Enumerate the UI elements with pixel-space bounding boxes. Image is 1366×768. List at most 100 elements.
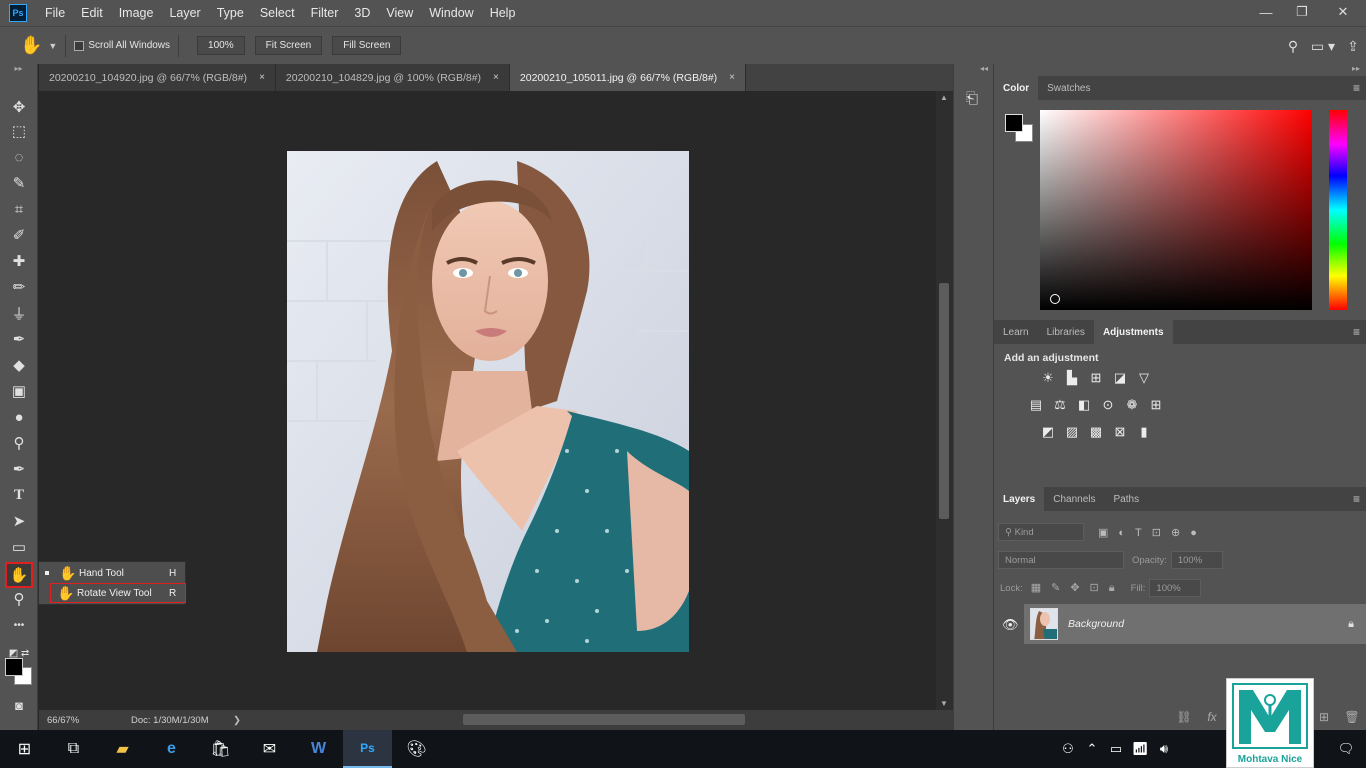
menu-layer[interactable]: Layer	[161, 0, 208, 26]
menu-select[interactable]: Select	[252, 0, 303, 26]
visibility-eye-icon[interactable]: 👁︎	[1002, 617, 1019, 633]
levels-icon[interactable]: ▙	[1060, 368, 1084, 388]
gradient-map-icon[interactable]: ▮	[1132, 422, 1156, 442]
hue-slider[interactable]	[1329, 110, 1347, 310]
quick-select-tool-icon[interactable]: ✎	[7, 172, 31, 194]
menu-type[interactable]: Type	[209, 0, 252, 26]
tab-adjustments[interactable]: Adjustments	[1093, 320, 1173, 344]
scroll-down-icon[interactable]: ▼	[940, 699, 948, 708]
exposure-icon[interactable]: ◪	[1108, 368, 1132, 388]
collapse-panels-icon[interactable]: ▸▸	[1352, 64, 1360, 73]
menu-3d[interactable]: 3D	[346, 0, 378, 26]
blend-mode-select[interactable]: Normal	[998, 551, 1124, 569]
close-icon[interactable]: ✕	[1320, 0, 1366, 24]
eyedropper-tool-icon[interactable]: ✐	[7, 224, 31, 246]
panel-grip[interactable]: ▸▸	[0, 64, 37, 74]
panel-menu-icon[interactable]: ≡	[1353, 81, 1360, 95]
selective-color-icon[interactable]: ⊠	[1108, 422, 1132, 442]
layer-filter-icons[interactable]: ▣◐T⊡⊕●	[1098, 526, 1207, 539]
pen-tool-icon[interactable]: ✒	[7, 458, 31, 480]
curves-icon[interactable]: ⊞	[1084, 368, 1108, 388]
clone-stamp-tool-icon[interactable]: ⏚	[7, 302, 31, 324]
fx-icon[interactable]: fx	[1198, 710, 1226, 724]
zoom-tool-icon[interactable]: ⚲	[7, 588, 31, 610]
close-icon[interactable]: ×	[729, 72, 735, 83]
opacity-field[interactable]: 100%	[1170, 551, 1223, 569]
word-icon[interactable]: W	[294, 730, 343, 768]
battery-icon[interactable]: ▭	[1104, 741, 1128, 757]
workspace-icon[interactable]: ▭ ▾	[1306, 38, 1340, 55]
black-white-icon[interactable]: ◧	[1072, 395, 1096, 415]
windows-start-icon[interactable]: ⊞	[0, 730, 49, 768]
gradient-tool-icon[interactable]: ▣	[7, 380, 31, 402]
horizontal-scroll-thumb[interactable]	[463, 714, 745, 725]
lock-icons[interactable]: ▦✎✥⊡🔒︎	[1031, 581, 1125, 595]
vertical-scrollbar[interactable]: ▲ ▼	[936, 91, 953, 710]
menu-filter[interactable]: Filter	[303, 0, 347, 26]
status-menu-icon[interactable]: ❯	[233, 715, 249, 726]
minimize-icon[interactable]: —	[1248, 0, 1284, 24]
flyout-item-hand-tool[interactable]: ✋ Hand Tool H	[39, 563, 185, 583]
more-tools-icon[interactable]: •••	[7, 614, 31, 636]
fill-field[interactable]: 100%	[1149, 579, 1202, 597]
color-lookup-icon[interactable]: ⊞	[1144, 395, 1168, 415]
file-explorer-icon[interactable]: ▰	[98, 730, 147, 768]
menu-edit[interactable]: Edit	[73, 0, 111, 26]
brightness-contrast-icon[interactable]: ☀	[1036, 368, 1060, 388]
chevron-up-icon[interactable]: ⌃	[1080, 741, 1104, 757]
hand-tool-preset-icon[interactable]: ✋	[20, 35, 42, 56]
fill-screen-button[interactable]: Fill Screen	[332, 36, 402, 55]
eraser-tool-icon[interactable]: ◆	[7, 354, 31, 376]
document-tab[interactable]: 20200210_104829.jpg @ 100% (RGB/8#) ×	[275, 64, 510, 91]
channel-mixer-icon[interactable]: ❁	[1120, 395, 1144, 415]
menu-help[interactable]: Help	[482, 0, 524, 26]
restore-icon[interactable]: ❐	[1284, 0, 1320, 24]
task-view-icon[interactable]: ⧉	[49, 730, 98, 768]
status-zoom[interactable]: 66/67%	[39, 715, 83, 726]
notifications-icon[interactable]: 🗨︎	[1326, 741, 1366, 757]
link-layers-icon[interactable]: ⛓	[1170, 710, 1198, 724]
flyout-item-rotate-view-tool[interactable]: ✋ Rotate View Tool R	[50, 583, 186, 603]
horizontal-scrollbar[interactable]	[299, 714, 939, 726]
quick-mask-icon[interactable]: ◙	[7, 694, 31, 716]
marquee-tool-icon[interactable]: ⬚	[7, 120, 31, 142]
path-selection-tool-icon[interactable]: ➤	[7, 510, 31, 532]
lasso-tool-icon[interactable]: ◌	[7, 146, 31, 168]
edge-browser-icon[interactable]: e	[147, 730, 196, 768]
zoom-100-button[interactable]: 100%	[197, 36, 245, 55]
type-tool-icon[interactable]: T	[7, 484, 31, 506]
delete-layer-icon[interactable]: 🗑︎	[1338, 710, 1366, 724]
color-picker-cursor[interactable]	[1050, 294, 1060, 304]
tab-learn[interactable]: Learn	[994, 320, 1038, 344]
collapse-icon[interactable]: ◂◂	[980, 64, 988, 73]
document-tab[interactable]: 20200210_105011.jpg @ 66/7% (RGB/8#) ×	[509, 64, 747, 91]
tab-layers[interactable]: Layers	[994, 487, 1045, 511]
volume-icon[interactable]: 🔊︎	[1152, 741, 1176, 757]
history-brush-tool-icon[interactable]: ✒	[7, 328, 31, 350]
new-layer-icon[interactable]: ⊞	[1310, 710, 1338, 724]
blur-tool-icon[interactable]: ●	[7, 406, 31, 428]
rectangle-tool-icon[interactable]: ▭	[7, 536, 31, 558]
scroll-up-icon[interactable]: ▲	[940, 93, 948, 102]
tab-channels[interactable]: Channels	[1044, 487, 1104, 511]
photo-filter-icon[interactable]: ⊙	[1096, 395, 1120, 415]
history-panel-icon[interactable]: ⎗	[966, 90, 978, 107]
menu-window[interactable]: Window	[421, 0, 481, 26]
posterize-icon[interactable]: ▨	[1060, 422, 1084, 442]
hand-tool-icon[interactable]: ✋	[5, 562, 33, 588]
hue-saturation-icon[interactable]: ▤	[1024, 395, 1048, 415]
tab-swatches[interactable]: Swatches	[1038, 76, 1099, 100]
network-icon[interactable]: 📶︎	[1128, 741, 1152, 757]
chevron-down-icon[interactable]: ▼	[48, 41, 57, 51]
menu-image[interactable]: Image	[111, 0, 162, 26]
healing-brush-tool-icon[interactable]: ✚	[7, 250, 31, 272]
fit-screen-button[interactable]: Fit Screen	[254, 36, 323, 55]
layer-row-background[interactable]: Background 🔒︎	[1024, 604, 1366, 644]
close-icon[interactable]: ×	[259, 72, 265, 83]
scroll-all-windows-checkbox[interactable]	[74, 40, 85, 51]
paint-icon[interactable]: 🎨︎	[392, 730, 441, 768]
move-tool-icon[interactable]: ✥	[7, 96, 31, 118]
menu-view[interactable]: View	[378, 0, 421, 26]
close-icon[interactable]: ×	[493, 72, 499, 83]
invert-icon[interactable]: ◩	[1036, 422, 1060, 442]
